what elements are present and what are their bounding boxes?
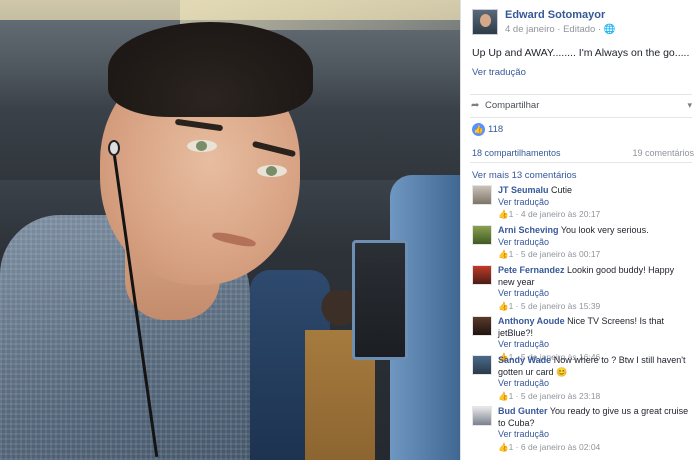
like-icon: 👍 xyxy=(472,123,485,136)
comment-meta: 👍1 · 5 de janeiro às 23:18 xyxy=(498,391,692,403)
share-icon: ➦ xyxy=(471,100,480,111)
divider xyxy=(470,162,692,163)
comment-body: Bud Gunter You ready to give us a great … xyxy=(498,406,692,453)
commenter-name[interactable]: Arni Scheving xyxy=(498,225,559,235)
share-bar: ➦ Compartilhar ▾ xyxy=(470,94,692,118)
commenter-name[interactable]: Pete Fernandez xyxy=(498,265,565,275)
comment-body: Pete Fernandez Lookin good buddy! Happy … xyxy=(498,265,692,312)
commenter-avatar[interactable] xyxy=(472,355,492,375)
comment-text: Cutie xyxy=(548,185,573,195)
see-translation-link[interactable]: Ver tradução xyxy=(498,237,692,249)
see-translation-link[interactable]: Ver tradução xyxy=(498,197,692,209)
shares-count[interactable]: 18 compartilhamentos xyxy=(472,148,561,158)
left-eye xyxy=(187,140,217,152)
seatback-screen xyxy=(352,240,408,360)
comment-meta: 👍1 · 5 de janeiro às 15:39 xyxy=(498,301,692,313)
comment-meta: 👍1 · 4 de janeiro às 20:17 xyxy=(498,209,692,221)
comment-meta: 👍1 · 5 de janeiro às 00:17 xyxy=(498,249,692,261)
commenter-avatar[interactable] xyxy=(472,265,492,285)
author-name[interactable]: Edward Sotomayor xyxy=(505,9,605,21)
post-text: Up Up and AWAY........ I'm Always on the… xyxy=(472,47,690,59)
share-button[interactable]: Compartilhar xyxy=(485,100,539,111)
view-more-comments-link[interactable]: Ver mais 13 comentários xyxy=(472,170,577,181)
comment-body: Arni Scheving You look very serious. Ver… xyxy=(498,225,692,261)
like-count[interactable]: 118 xyxy=(488,124,503,135)
like-icon: 👍 xyxy=(498,300,509,311)
post-header: Edward Sotomayor 4 de janeiro · Editado … xyxy=(461,0,699,38)
like-icon: 👍 xyxy=(498,249,509,259)
post-photo[interactable] xyxy=(0,0,460,460)
commenter-avatar[interactable] xyxy=(472,406,492,426)
author-avatar[interactable] xyxy=(472,9,498,35)
post-meta: 4 de janeiro · Editado · 🌐 xyxy=(505,24,616,35)
comment-body: JT Seumalu Cutie Ver tradução 👍1 · 4 de … xyxy=(498,185,692,221)
commenter-avatar[interactable] xyxy=(472,225,492,245)
see-translation-link[interactable]: Ver tradução xyxy=(498,339,692,351)
comment-meta-text[interactable]: 1 · 4 de janeiro às 20:17 xyxy=(509,209,601,219)
comment-meta: 👍1 · 6 de janeiro às 02:04 xyxy=(498,442,692,454)
comments-count[interactable]: 19 comentários xyxy=(632,148,694,158)
comment-meta-text[interactable]: 1 · 6 de janeiro às 02:04 xyxy=(509,442,601,452)
comment-meta-text[interactable]: 1 · 5 de janeiro às 23:18 xyxy=(509,391,601,401)
commenter-name[interactable]: JT Seumalu xyxy=(498,185,549,195)
like-icon: 👍 xyxy=(498,441,509,452)
post-stats: 18 compartilhamentos 19 comentários xyxy=(472,148,694,158)
see-translation-link[interactable]: Ver tradução xyxy=(472,67,526,78)
globe-icon: 🌐 xyxy=(603,24,616,35)
comment-text: You look very serious. xyxy=(558,225,649,235)
commenter-avatar[interactable] xyxy=(472,185,492,205)
see-translation-link[interactable]: Ver tradução xyxy=(498,378,692,390)
like-icon: 👍 xyxy=(498,390,509,401)
comment-body: Sandy Wade Now where to ? Btw I still ha… xyxy=(498,355,692,402)
commenter-avatar[interactable] xyxy=(472,316,492,336)
commenter-name[interactable]: Anthony Aoude xyxy=(498,316,565,326)
commenter-name[interactable]: Bud Gunter xyxy=(498,406,548,416)
post-date[interactable]: 4 de janeiro · Editado · xyxy=(505,24,604,35)
right-eye xyxy=(257,165,287,177)
comment-meta-text[interactable]: 1 · 5 de janeiro às 15:39 xyxy=(509,301,601,311)
see-translation-link[interactable]: Ver tradução xyxy=(498,288,692,300)
like-icon: 👍 xyxy=(498,209,509,219)
chevron-down-icon[interactable]: ▾ xyxy=(687,100,692,111)
see-translation-link[interactable]: Ver tradução xyxy=(498,429,692,441)
post-sidebar: Edward Sotomayor 4 de janeiro · Editado … xyxy=(460,0,699,460)
commenter-name[interactable]: Sandy Wade xyxy=(498,355,551,365)
hair xyxy=(108,22,313,117)
earbud xyxy=(108,140,120,156)
comment-meta-text[interactable]: 1 · 5 de janeiro às 00:17 xyxy=(509,249,601,259)
